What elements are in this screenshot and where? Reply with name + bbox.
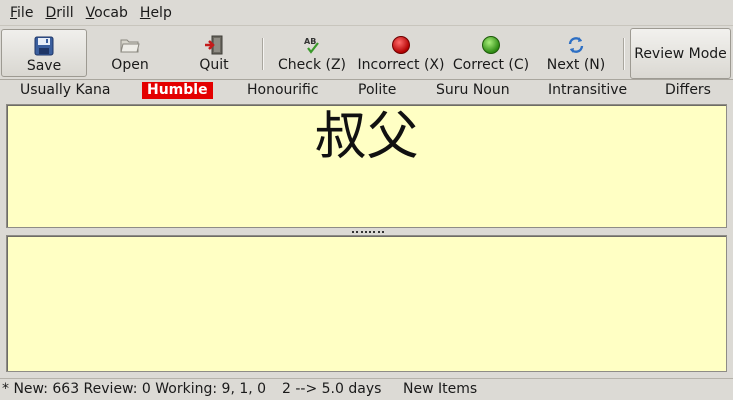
exit-door-icon xyxy=(204,35,224,55)
tag-intransitive: Intransitive xyxy=(548,82,628,98)
status-bar: * New: 663 Review: 0 Working: 9, 1, 0 2 … xyxy=(0,378,733,400)
correct-label: Correct (C) xyxy=(452,57,530,73)
next-button[interactable]: Next (N) xyxy=(534,27,618,80)
quit-button[interactable]: Quit xyxy=(172,27,256,80)
refresh-arrows-icon xyxy=(566,35,586,55)
save-button[interactable]: Save xyxy=(1,29,87,77)
question-kanji: 叔父 xyxy=(314,107,419,167)
review-mode-button[interactable]: Review Mode xyxy=(630,28,731,79)
menu-vocab[interactable]: Vocab xyxy=(80,0,134,26)
status-mode: New Items xyxy=(403,381,478,397)
menu-bar: File Drill Vocab Help xyxy=(0,0,733,26)
tag-humble: Humble xyxy=(142,82,213,99)
floppy-disk-icon xyxy=(34,36,54,56)
status-interval: 2 --> 5.0 days xyxy=(282,381,382,397)
question-pane[interactable]: 叔父 xyxy=(6,104,727,228)
quit-label: Quit xyxy=(199,57,229,73)
spell-check-icon: AB xyxy=(302,35,322,55)
menu-drill[interactable]: Drill xyxy=(39,0,79,26)
check-button[interactable]: AB Check (Z) xyxy=(269,27,355,80)
check-label: Check (Z) xyxy=(277,57,347,73)
next-label: Next (N) xyxy=(546,57,606,73)
red-circle-icon xyxy=(391,35,411,55)
incorrect-button[interactable]: Incorrect (X) xyxy=(355,27,447,80)
menu-help[interactable]: Help xyxy=(134,0,178,26)
save-label: Save xyxy=(26,58,62,74)
toolbar: Save Open Quit AB Check (Z) Incorrect (X… xyxy=(0,27,733,80)
tag-row: Usually Kana Humble Honourific Polite Su… xyxy=(0,81,733,100)
pane-splitter-handle[interactable] xyxy=(352,229,384,234)
toolbar-separator xyxy=(623,38,625,70)
open-button[interactable]: Open xyxy=(88,27,172,80)
correct-button[interactable]: Correct (C) xyxy=(448,27,534,80)
tag-suru-noun: Suru Noun xyxy=(436,82,510,98)
green-circle-icon xyxy=(481,35,501,55)
menu-file[interactable]: File xyxy=(4,0,39,26)
tag-usually-kana: Usually Kana xyxy=(20,82,111,98)
toolbar-separator xyxy=(262,38,264,70)
folder-open-icon xyxy=(120,35,140,55)
status-counts: * New: 663 Review: 0 Working: 9, 1, 0 xyxy=(2,381,267,397)
tag-honourific: Honourific xyxy=(247,82,319,98)
svg-text:AB: AB xyxy=(304,37,316,46)
tag-differs: Differs xyxy=(665,82,711,98)
incorrect-label: Incorrect (X) xyxy=(357,57,445,73)
open-label: Open xyxy=(111,57,149,73)
tag-polite: Polite xyxy=(358,82,397,98)
answer-pane[interactable] xyxy=(6,235,727,372)
